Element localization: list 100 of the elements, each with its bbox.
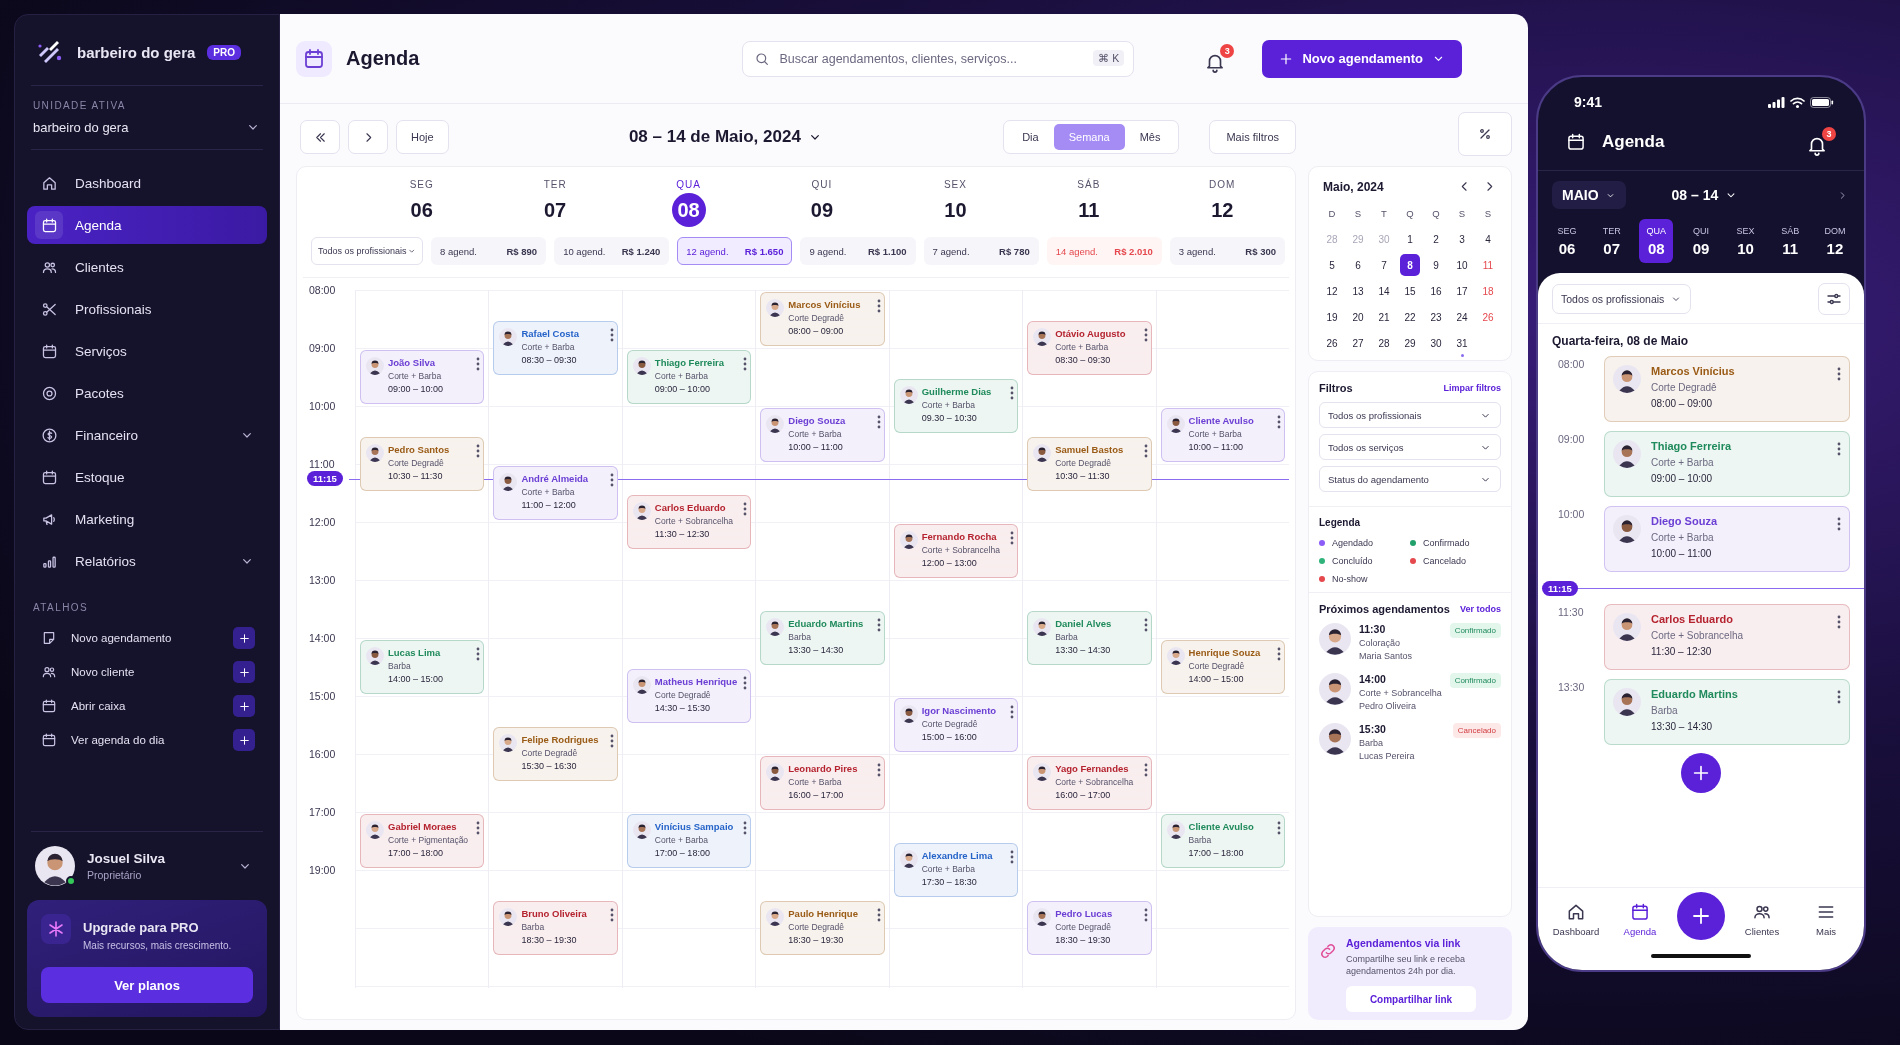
tab-item[interactable]: Clientes xyxy=(1735,901,1789,937)
nav-item[interactable]: Estoque xyxy=(27,458,267,496)
nav-item[interactable]: Serviços xyxy=(27,332,267,370)
calendar-day[interactable]: 28 xyxy=(1371,332,1397,354)
appointment-card[interactable]: Matheus Henrique Corte Degradê 14:30 – 15:30 xyxy=(626,669,752,723)
calendar-day[interactable]: 3 xyxy=(1449,228,1475,250)
day-number[interactable]: 12 xyxy=(1205,193,1240,227)
day-tab[interactable]: SEX 10 xyxy=(1728,219,1763,263)
calendar-day[interactable]: 11 xyxy=(1475,254,1501,276)
month-picker[interactable]: MAIO xyxy=(1552,181,1626,209)
appointment-card[interactable]: Thiago Ferreira Corte + Barba 09:00 – 10:00 xyxy=(626,350,752,404)
day-tab[interactable]: QUI 09 xyxy=(1683,219,1718,263)
calendar-day[interactable]: 15 xyxy=(1397,280,1423,302)
calendar-day[interactable]: 19 xyxy=(1319,306,1345,328)
appointment-card[interactable]: Henrique Souza Corte Degradê 14:00 – 15:00 xyxy=(1160,640,1285,694)
calendar-day[interactable]: 22 xyxy=(1397,306,1423,328)
appointment-card[interactable]: Diego Souza Corte + Barba 10:00 – 11:00 xyxy=(1604,506,1850,572)
more-icon[interactable] xyxy=(1010,531,1015,545)
calendar-day[interactable]: 4 xyxy=(1475,228,1501,250)
appointment-card[interactable]: Marcos Vinícius Corte Degradê 08:00 – 09:00 xyxy=(760,292,885,346)
calendar-day[interactable]: 29 xyxy=(1397,332,1423,354)
add-button[interactable] xyxy=(233,627,255,649)
notifications-button[interactable]: 3 xyxy=(1204,44,1235,73)
day-tab[interactable]: QUA 08 xyxy=(1639,219,1674,263)
more-icon[interactable] xyxy=(609,908,614,922)
unit-select[interactable]: barbeiro do gera xyxy=(27,111,267,135)
appointment-card[interactable]: Fernando Rocha Corte + Sobrancelha 12:00 – 13:00 xyxy=(893,524,1019,578)
clear-filters-link[interactable]: Limpar filtros xyxy=(1443,383,1501,393)
more-icon[interactable] xyxy=(876,908,881,922)
appointment-card[interactable]: Yago Fernandes Corte + Sobrancelha 16:00 – 17:00 xyxy=(1027,756,1152,810)
filter-select[interactable]: Todos os profissionais xyxy=(1319,402,1501,428)
appointment-card[interactable]: Eduardo Martins Barba 13:30 – 14:30 xyxy=(760,611,885,665)
appointment-card[interactable]: Bruno Oliveira Barba 18:30 – 19:30 xyxy=(493,901,618,955)
more-icon[interactable] xyxy=(609,328,614,342)
day-number[interactable]: 10 xyxy=(938,193,973,227)
day-tab[interactable]: DOM 12 xyxy=(1817,219,1852,263)
calendar-day[interactable]: 10 xyxy=(1449,254,1475,276)
appointment-card[interactable]: Lucas Lima Barba 14:00 – 15:00 xyxy=(360,640,485,694)
appointment-card[interactable]: Eduardo Martins Barba 13:30 – 14:30 xyxy=(1604,679,1850,745)
shortcut-link[interactable]: Novo agendamento xyxy=(71,632,219,644)
add-button[interactable] xyxy=(233,729,255,751)
more-icon[interactable] xyxy=(743,821,748,835)
calendar-day[interactable]: 5 xyxy=(1319,254,1345,276)
shortcut-link[interactable]: Ver agenda do dia xyxy=(71,734,219,746)
day-number[interactable]: 07 xyxy=(538,193,573,227)
more-icon[interactable] xyxy=(1837,615,1841,629)
more-icon[interactable] xyxy=(1010,850,1015,864)
more-icon[interactable] xyxy=(743,502,748,516)
professional-select[interactable]: Todos os profissionais xyxy=(1552,284,1692,314)
more-icon[interactable] xyxy=(1277,821,1281,835)
day-tab[interactable]: TER 07 xyxy=(1594,219,1629,263)
more-icon[interactable] xyxy=(476,821,481,835)
day-number[interactable]: 06 xyxy=(404,193,439,227)
tab-item[interactable]: Dashboard xyxy=(1549,901,1603,937)
calendar-day[interactable]: 24 xyxy=(1449,306,1475,328)
more-icon[interactable] xyxy=(876,618,881,632)
appointment-card[interactable]: Cliente Avulso Corte + Barba 10:00 – 11:00 xyxy=(1160,408,1285,462)
more-icon[interactable] xyxy=(1837,442,1841,456)
calendar-day[interactable]: 14 xyxy=(1371,280,1397,302)
filter-select[interactable]: Status do agendamento xyxy=(1319,466,1501,492)
more-icon[interactable] xyxy=(476,444,481,458)
calendar-day[interactable]: 9 xyxy=(1423,254,1449,276)
new-appointment-button[interactable]: Novo agendamento xyxy=(1262,39,1462,78)
appointment-card[interactable]: Carlos Eduardo Corte + Sobrancelha 11:30 – 12:30 xyxy=(1604,604,1850,670)
appointment-card[interactable]: Vinícius Sampaio Corte + Barba 17:00 – 18:00 xyxy=(626,814,752,868)
more-icon[interactable] xyxy=(1010,386,1015,400)
more-icon[interactable] xyxy=(1143,444,1148,458)
more-icon[interactable] xyxy=(1010,705,1015,719)
more-icon[interactable] xyxy=(1837,517,1841,531)
calendar-day[interactable]: 18 xyxy=(1475,280,1501,302)
nav-item[interactable]: Marketing xyxy=(27,500,267,538)
nav-item[interactable]: Dashboard xyxy=(27,164,267,202)
appointment-card[interactable]: Pedro Santos Corte Degradê 10:30 – 11:30 xyxy=(360,437,485,491)
calendar-day[interactable]: 31 xyxy=(1449,332,1475,354)
more-icon[interactable] xyxy=(609,473,614,487)
calendar-day[interactable]: 2 xyxy=(1423,228,1449,250)
more-icon[interactable] xyxy=(1277,647,1281,661)
appointment-card[interactable]: Rafael Costa Corte + Barba 08:30 – 09:30 xyxy=(493,321,618,375)
more-icon[interactable] xyxy=(609,734,614,748)
more-icon[interactable] xyxy=(876,415,881,429)
calendar-day[interactable]: 17 xyxy=(1449,280,1475,302)
more-icon[interactable] xyxy=(876,763,881,777)
view-tab[interactable]: Mês xyxy=(1124,124,1176,150)
nav-item[interactable]: Clientes xyxy=(27,248,267,286)
calendar-day[interactable]: 30 xyxy=(1423,332,1449,354)
appointment-card[interactable]: Thiago Ferreira Corte + Barba 09:00 – 10:00 xyxy=(1604,431,1850,497)
nav-item[interactable]: Pacotes xyxy=(27,374,267,412)
appointment-card[interactable]: Felipe Rodrigues Corte Degradê 15:30 – 16:30 xyxy=(493,727,618,781)
appointment-card[interactable]: Guilherme Dias Corte + Barba 09.30 – 10:30 xyxy=(893,379,1019,433)
appointment-card[interactable]: André Almeida Corte + Barba 11:00 – 12:00 xyxy=(493,466,618,520)
calendar-day[interactable]: 27 xyxy=(1345,332,1371,354)
calendar-day[interactable]: 6 xyxy=(1345,254,1371,276)
more-icon[interactable] xyxy=(743,676,748,690)
shortcut-link[interactable]: Novo cliente xyxy=(71,666,219,678)
add-button[interactable] xyxy=(233,661,255,683)
more-icon[interactable] xyxy=(1143,618,1148,632)
more-icon[interactable] xyxy=(1837,690,1841,704)
more-icon[interactable] xyxy=(1143,328,1148,342)
plans-button[interactable]: Ver planos xyxy=(41,967,253,1003)
appointment-card[interactable]: Alexandre Lima Corte + Barba 17:30 – 18:30 xyxy=(893,843,1019,897)
